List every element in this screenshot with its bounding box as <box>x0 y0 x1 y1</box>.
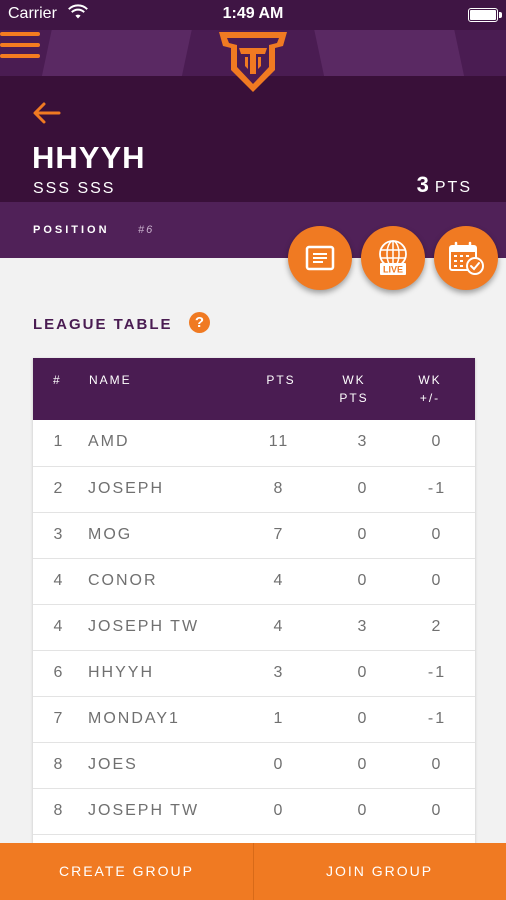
row-rank: 6 <box>53 664 65 681</box>
row-name: AMD <box>88 433 130 450</box>
table-row[interactable]: 3 MOG 7 0 0 <box>33 513 475 559</box>
row-wk-pts: 0 <box>357 572 369 589</box>
table-row[interactable]: 4 CONOR 4 0 0 <box>33 559 475 605</box>
row-name: JOSEPH <box>88 480 165 497</box>
team-points-value: 3 <box>416 172 429 197</box>
table-body: 1 AMD 11 3 0 2 JOSEPH 8 0 -1 3 MOG 7 0 0 4 CONOR 4 0 0 4… <box>33 420 475 835</box>
row-pts: 0 <box>273 802 285 819</box>
league-table: # NAME PTS WK PTS WK +/- 1 AMD 11 3 0 2 JOSEPH 8… <box>33 358 475 858</box>
row-wk-pm: 0 <box>431 802 443 819</box>
row-name: JOES <box>88 756 138 773</box>
row-wk-pm: 0 <box>431 572 443 589</box>
position-value: #6 <box>138 224 155 236</box>
fixtures-button[interactable] <box>434 226 498 290</box>
battery-icon <box>468 8 502 22</box>
news-button[interactable] <box>288 226 352 290</box>
row-wk-pts: 3 <box>357 433 369 450</box>
row-wk-pts: 0 <box>357 526 369 543</box>
row-name: CONOR <box>88 572 158 589</box>
row-wk-pts: 3 <box>357 618 369 635</box>
table-header: # NAME PTS WK PTS WK +/- <box>33 358 475 420</box>
row-rank: 1 <box>53 433 65 450</box>
row-name: JOSEPH TW <box>88 618 200 635</box>
col-wk-pts-line2: PTS <box>339 391 369 405</box>
row-name: MONDAY1 <box>88 710 180 727</box>
table-row[interactable]: 6 HHYYH 3 0 -1 <box>33 651 475 697</box>
col-wk-pm-line2: +/- <box>419 391 441 405</box>
back-arrow-icon[interactable] <box>32 101 62 125</box>
row-wk-pts: 0 <box>357 480 369 497</box>
row-pts: 3 <box>273 664 285 681</box>
row-rank: 3 <box>53 526 65 543</box>
row-wk-pts: 0 <box>357 756 369 773</box>
table-row[interactable]: 8 JOSEPH TW 0 0 0 <box>33 789 475 835</box>
document-icon <box>305 245 335 271</box>
row-pts: 4 <box>273 618 285 635</box>
create-group-button[interactable]: CREATE GROUP <box>0 843 253 900</box>
row-wk-pm: -1 <box>427 480 447 497</box>
row-rank: 4 <box>53 572 65 589</box>
team-points: 3 PTS <box>417 172 472 198</box>
row-pts: 1 <box>273 710 285 727</box>
league-table-title: LEAGUE TABLE <box>33 316 173 333</box>
col-name: NAME <box>89 373 132 387</box>
row-name: HHYYH <box>88 664 155 681</box>
live-globe-icon: LIVE <box>379 240 407 275</box>
row-pts: 7 <box>273 526 285 543</box>
position-bar: POSITION #6 <box>0 202 506 258</box>
row-rank: 4 <box>53 618 65 635</box>
col-wk-pm-line1: WK <box>418 373 442 387</box>
row-wk-pm: 2 <box>431 618 443 635</box>
row-wk-pts: 0 <box>357 802 369 819</box>
row-wk-pm: -1 <box>427 664 447 681</box>
row-rank: 7 <box>53 710 65 727</box>
row-wk-pm: 0 <box>431 526 443 543</box>
row-wk-pts: 0 <box>357 710 369 727</box>
table-row[interactable]: 1 AMD 11 3 0 <box>33 420 475 467</box>
menu-icon[interactable] <box>0 30 42 60</box>
col-wk-pm: WK +/- <box>405 371 455 407</box>
live-button[interactable]: LIVE <box>361 226 425 290</box>
col-wk-pts: WK PTS <box>329 371 379 407</box>
row-wk-pm: 0 <box>431 756 443 773</box>
position-label: POSITION <box>33 224 110 236</box>
col-pts: PTS <box>266 373 296 387</box>
table-row[interactable]: 8 JOES 0 0 0 <box>33 743 475 789</box>
row-wk-pm: -1 <box>427 710 447 727</box>
app-logo <box>219 32 287 92</box>
row-pts: 8 <box>273 480 285 497</box>
calendar-check-icon <box>449 241 484 275</box>
row-pts: 11 <box>268 433 290 450</box>
row-wk-pm: 0 <box>431 433 443 450</box>
table-row[interactable]: 2 JOSEPH 8 0 -1 <box>33 467 475 513</box>
table-row[interactable]: 7 MONDAY1 1 0 -1 <box>33 697 475 743</box>
col-wk-pts-line1: WK <box>342 373 366 387</box>
col-rank: # <box>53 373 62 387</box>
row-rank: 2 <box>53 480 65 497</box>
row-name: JOSEPH TW <box>88 802 200 819</box>
team-name: HHYYH <box>32 140 146 175</box>
manager-name: SSS SSS <box>33 180 116 197</box>
row-wk-pts: 0 <box>357 664 369 681</box>
help-icon[interactable]: ? <box>189 312 210 333</box>
team-points-unit: PTS <box>434 179 472 196</box>
row-rank: 8 <box>53 802 65 819</box>
status-bar: Carrier 1:49 AM <box>0 0 506 30</box>
table-row[interactable]: 4 JOSEPH TW 4 3 2 <box>33 605 475 651</box>
row-pts: 0 <box>273 756 285 773</box>
bottom-action-bar: CREATE GROUP JOIN GROUP <box>0 843 506 900</box>
row-name: MOG <box>88 526 133 543</box>
row-pts: 4 <box>273 572 285 589</box>
row-rank: 8 <box>53 756 65 773</box>
live-badge-label: LIVE <box>383 265 403 275</box>
join-group-button[interactable]: JOIN GROUP <box>253 843 506 900</box>
clock: 1:49 AM <box>222 5 284 22</box>
